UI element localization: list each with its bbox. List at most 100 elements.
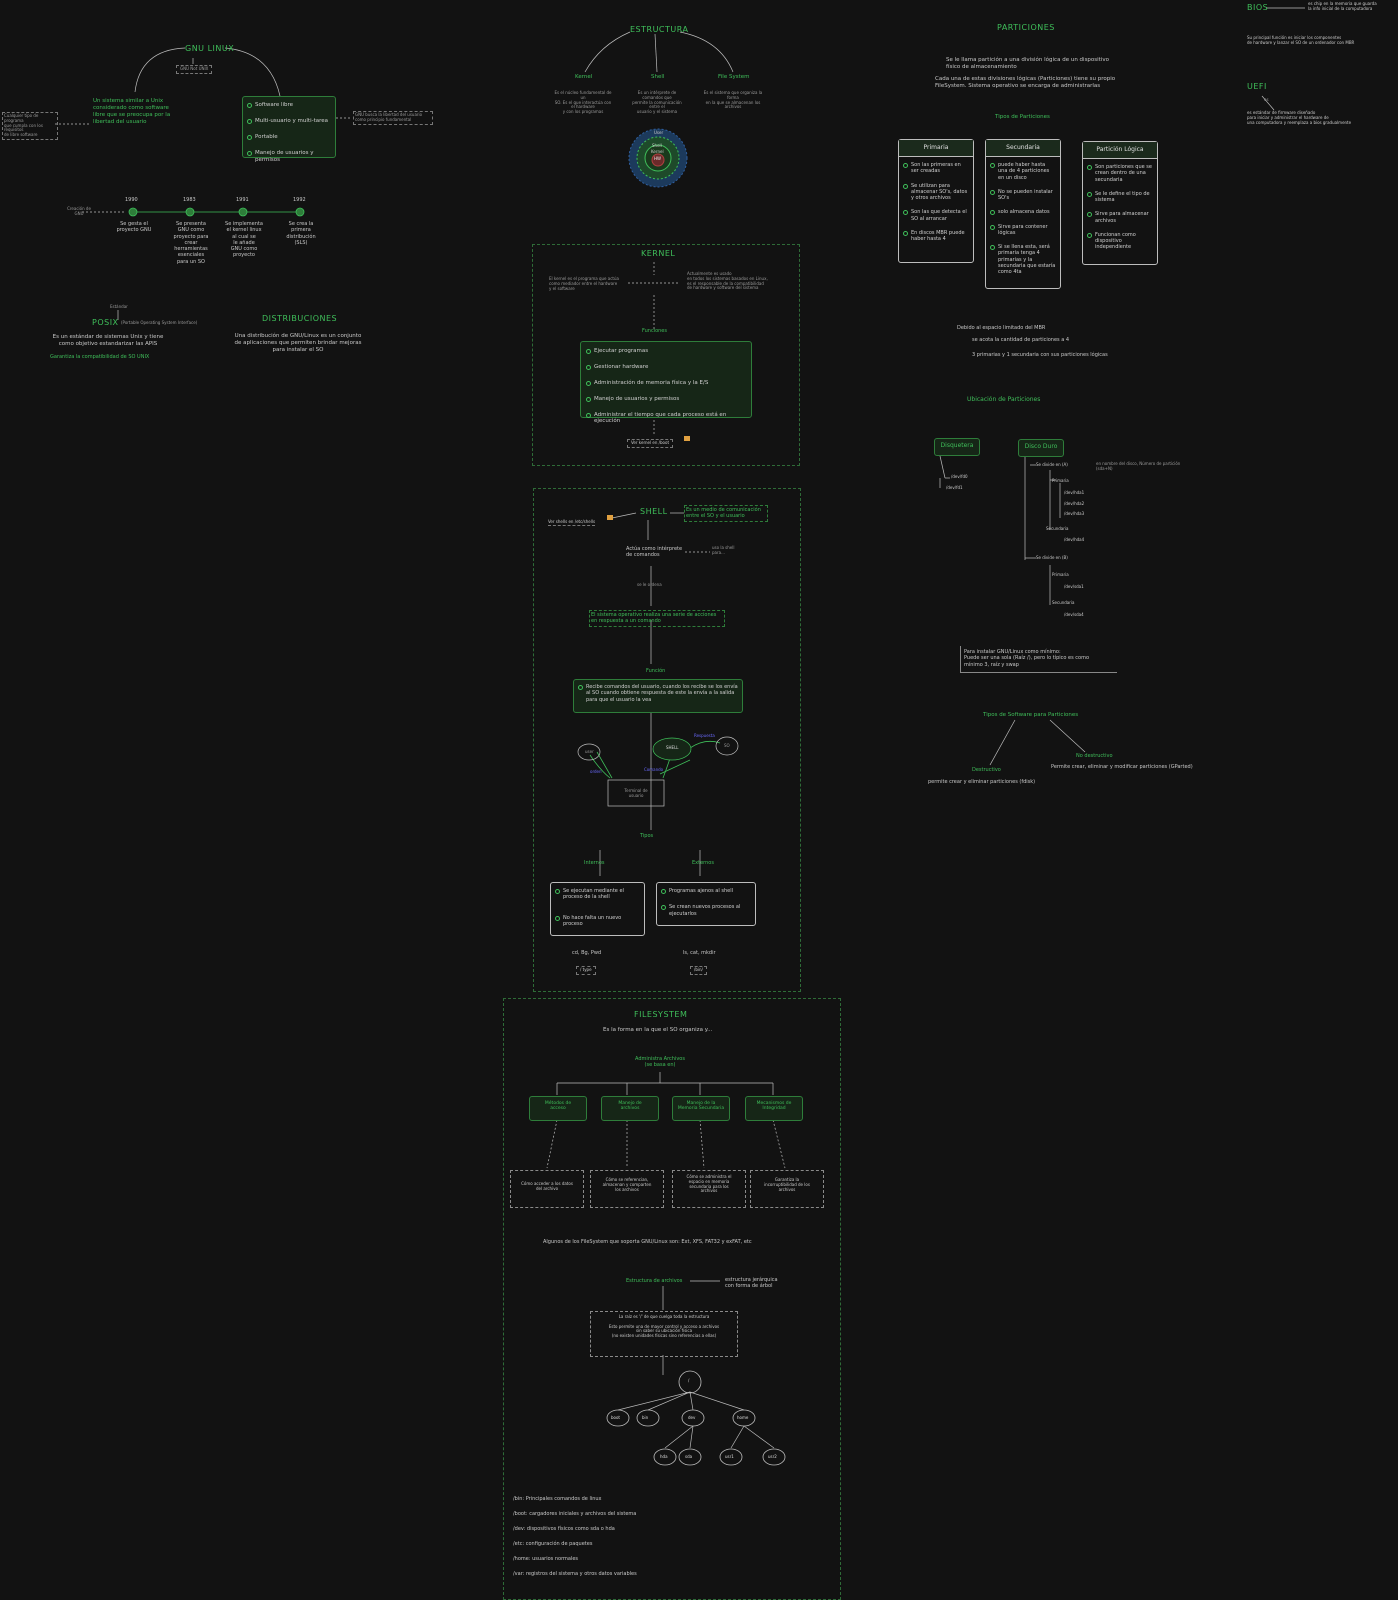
partition-primary-item: En discos MBR puede haber hasta 4 — [903, 230, 969, 243]
gnu-feature: Manejo de usuarios y permisos — [247, 150, 331, 164]
shell-internal-examples: cd, Bg, Pwd — [572, 950, 602, 956]
particiones-types-title: Tipos de Particiones — [995, 114, 1050, 120]
estructura-title: ESTRUCTURA — [630, 25, 689, 34]
uefi-description: es estándar de firmware diseñado para in… — [1247, 110, 1352, 125]
partition-secondary-item: Si se llena esta, será primaria tenga 4 … — [990, 244, 1056, 275]
partition-logical-item: Funcionan como dispositivo independiente — [1087, 232, 1153, 251]
timeline-text: Se gesta el proyecto GNU — [116, 221, 152, 234]
gnu-feature: Software libre — [247, 102, 331, 109]
hd-item: Secundaria — [1046, 526, 1069, 531]
kernel-function: Manejo de usuarios y permisos — [586, 396, 746, 403]
shell-definition: Es un medio de comunicación entre el SO … — [684, 505, 768, 522]
shell-title: SHELL — [640, 507, 668, 516]
shell-function-text: Recibe comandos del usuario, cuando los … — [578, 684, 738, 703]
timeline-text: Se implementa el kernel linux al cual se… — [225, 221, 263, 259]
kernel-function: Ejecutar programas — [586, 348, 746, 355]
hd-item: /dev/hda4 — [1064, 537, 1085, 542]
estructura-fs-desc: Es el sistema que organiza la forma en l… — [703, 90, 763, 110]
partition-secondary-item: Sirve para contener lógicas — [990, 224, 1056, 237]
cycle-shell: SHELL — [666, 745, 679, 750]
shell-external-item: Programas ajenos al shell — [661, 888, 751, 895]
hd-item: /dev/hda2 — [1064, 501, 1085, 506]
disquetera-box: Disquetera — [934, 438, 980, 456]
shell-step-side: uso la shell para... — [712, 545, 735, 555]
hd-item: Primaria — [1052, 572, 1069, 577]
partition-secondary-item: No se pueden instalar SO's — [990, 189, 1056, 202]
fs-desc-box: Cómo acceder a los datos del archivo — [510, 1170, 584, 1208]
folder-icon — [684, 436, 690, 441]
partition-logical-title: Partición Lógica — [1083, 142, 1157, 159]
fs-structure-right: estructura jerárquica con forma de árbol — [725, 1277, 778, 1290]
partition-primary-title: Primaria — [899, 140, 973, 157]
hd-item: /dev/hda3 — [1064, 511, 1085, 516]
filesystem-section — [503, 998, 841, 1600]
cycle-user: user — [585, 749, 594, 754]
shell-external-path: /bin/ — [690, 966, 707, 975]
fs-desc-box: Cómo se administra el espacio en memoria… — [672, 1170, 746, 1208]
kernel-functions-box: Ejecutar programas Gestionar hardware Ad… — [580, 341, 752, 424]
partition-secondary-item: solo almacena datos — [990, 209, 1056, 216]
partition-location-title: Ubicación de Particiones — [967, 396, 1041, 403]
kernel-function: Administrar el tiempo que cada proceso e… — [586, 412, 746, 426]
fs-box-methods: Métodos de acceso — [529, 1096, 587, 1121]
fs-box-integrity: Mecanismos de Integridad — [745, 1096, 803, 1121]
estructura-shell-desc: Es un intérprete de comandos que permite… — [632, 90, 682, 115]
cycle-command: Comando — [644, 767, 664, 772]
folder-icon — [607, 515, 613, 520]
partition-note1: Debido al espacio limitado del MBR — [957, 325, 1046, 331]
partition-logical-card: Partición Lógica Son particiones que se … — [1082, 141, 1158, 265]
hd-item: Secundaria — [1052, 600, 1075, 605]
partition-note3: 3 primarias y 1 secundaria con sus parti… — [972, 352, 1108, 358]
partition-secondary-title: Secundaria — [986, 140, 1060, 157]
fs-structure-left: Estructura de archivos — [626, 1278, 683, 1284]
tree-node: usr1 — [725, 1454, 734, 1459]
ring-label-hw: HW — [654, 156, 661, 161]
kernel-functions-list: Ejecutar programas Gestionar hardware Ad… — [586, 348, 746, 425]
hd-item: /dev/sda1 — [1064, 584, 1084, 589]
fs-supported: Algunos de los FileSystem que soporta GN… — [543, 1239, 752, 1245]
tree-node: home — [737, 1415, 749, 1420]
tree-node: usr2 — [768, 1454, 777, 1459]
timeline-year: 1983 — [183, 197, 196, 203]
tree-node: hda — [660, 1454, 668, 1459]
no-destructivo-label: No destructivo — [1076, 753, 1113, 759]
estructura-branch-shell: Shell — [651, 74, 665, 80]
kernel-function: Administración de memoria física y la E/… — [586, 380, 746, 387]
shell-function-title: Función — [646, 668, 666, 674]
shell-step-result: El sistema operativo realiza una serie d… — [589, 610, 725, 627]
kernel-function: Gestionar hardware — [586, 364, 746, 371]
estructura-branch-kernel: Kernel — [575, 74, 593, 80]
tree-node: dev — [688, 1415, 696, 1420]
gnu-side-note-right: GNU busca la libertad del usuario como p… — [353, 111, 433, 125]
hd-item: Se divide en (A) — [1036, 462, 1068, 467]
fs-desc-box: Cómo se referencian, almacenan y compart… — [590, 1170, 664, 1208]
shell-path-note: Ver shells en /etc/shells — [548, 519, 596, 526]
distros-description: Una distribución de GNU/Linux es un conj… — [234, 333, 362, 353]
fs-dir: /bin: Principales comandos de linux — [513, 1496, 602, 1502]
tree-node: boot — [611, 1415, 621, 1420]
disco-duro-box: Disco Duro — [1018, 439, 1064, 457]
kernel-title: KERNEL — [641, 249, 676, 258]
particiones-desc1: Se le llama partición a una división lóg… — [946, 57, 1109, 70]
kernel-left-note: El kernel es el programa que actúa como … — [549, 276, 619, 291]
posix-top-note: Estándar — [110, 304, 128, 309]
partition-secondary-item: puede haber hasta una de 4 particiones e… — [990, 162, 1056, 181]
partition-primary-card: Primaria Son las primeras en ser creadas… — [898, 139, 974, 263]
partition-secondary-card: Secundaria puede haber hasta una de 4 pa… — [985, 139, 1061, 289]
shell-internal-item: Se ejecutan mediante el proceso de la sh… — [555, 888, 640, 901]
partition-logical-item: Son particiones que se crean dentro de u… — [1087, 164, 1153, 183]
estructura-kernel-desc: Es el núcleo fundamental de un SO. Es el… — [554, 90, 612, 115]
tree-node: bin — [642, 1415, 649, 1420]
estructura-branch-filesystem: File System — [718, 74, 750, 80]
ring-label-kernel: Kernel — [651, 149, 664, 154]
shell-external-box: Programas ajenos al shell Se crean nuevo… — [656, 882, 756, 926]
gnu-side-note-left: Cualquier tipo de programa que cumpla co… — [2, 112, 58, 140]
filesystem-title: FILESYSTEM — [634, 1010, 688, 1019]
shell-step-interpreter: Actúa como intérprete de comandos — [626, 546, 683, 559]
shell-internal-item: No hace falta un nuevo proceso — [555, 915, 640, 928]
fs-dir: /var: registros del sistema y otros dato… — [513, 1571, 637, 1577]
partition-primary-item: Se utilizan para almacenar SO's, datos y… — [903, 183, 969, 202]
posix-subtitle: (Portable Operating System Interface) — [121, 320, 198, 325]
fs-box-files: Manejo de archivos — [601, 1096, 659, 1121]
tree-node-root: / — [688, 1378, 690, 1383]
